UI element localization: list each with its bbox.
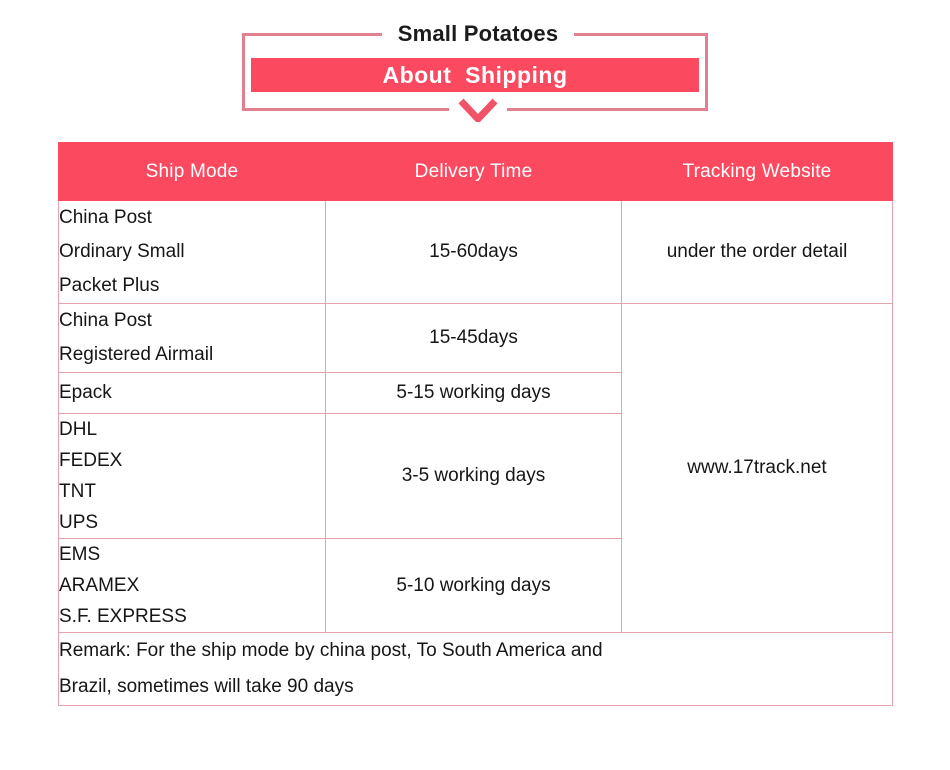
ship-mode-line: Ordinary Small <box>59 241 185 262</box>
remark-line: Remark: For the ship mode by china post,… <box>59 640 603 661</box>
cell-ship-mode: Epack <box>58 372 326 414</box>
chevron-down-icon <box>449 98 507 125</box>
ship-mode-line: FEDEX <box>59 450 123 471</box>
cell-delivery-time: 15-60days <box>325 200 622 304</box>
header-banner-box: Small Potatoes About Shipping <box>242 19 708 125</box>
cell-tracking-website: under the order detail <box>621 200 893 304</box>
table-row: China Post Registered Airmail 15-45days … <box>58 303 893 633</box>
remark-line: Brazil, sometimes will take 90 days <box>59 676 354 697</box>
ship-mode-line: Registered Airmail <box>59 344 214 365</box>
ship-mode-line: ARAMEX <box>59 575 140 596</box>
cell-ship-mode: EMS ARAMEX S.F. EXPRESS <box>58 538 326 633</box>
ship-mode-line: S.F. EXPRESS <box>59 606 187 627</box>
shipping-info-page: Small Potatoes About Shipping Ship Mode … <box>0 0 950 770</box>
cell-delivery-time: 5-15 working days <box>325 372 622 414</box>
section-title-banner: About Shipping <box>251 58 699 92</box>
cell-delivery-time: 5-10 working days <box>325 538 622 633</box>
ship-mode-line: Packet Plus <box>59 275 160 296</box>
column-header-delivery-time: Delivery Time <box>325 142 622 201</box>
column-header-ship-mode: Ship Mode <box>58 142 326 201</box>
cell-ship-mode: China Post Registered Airmail <box>58 303 326 373</box>
ship-mode-line: Epack <box>59 382 112 403</box>
cell-ship-mode: China Post Ordinary Small Packet Plus <box>58 200 326 304</box>
shipping-methods-table: Ship Mode Delivery Time Tracking Website… <box>58 142 893 706</box>
table-remark-row: Remark: For the ship mode by china post,… <box>58 632 893 706</box>
table-header-row: Ship Mode Delivery Time Tracking Website <box>58 142 893 201</box>
ship-mode-line: China Post <box>59 310 152 331</box>
cell-tracking-website: www.17track.net <box>621 303 893 633</box>
section-title: About Shipping <box>382 61 568 88</box>
ship-mode-line: UPS <box>59 512 99 533</box>
ship-mode-line: DHL <box>59 419 98 440</box>
ship-mode-line: China Post <box>59 207 152 228</box>
brand-title-container: Small Potatoes <box>245 19 711 49</box>
cell-remark: Remark: For the ship mode by china post,… <box>58 632 893 706</box>
ship-mode-line: EMS <box>59 544 101 565</box>
cell-delivery-time: 3-5 working days <box>325 413 622 539</box>
chevron-container <box>245 95 711 125</box>
cell-delivery-time: 15-45days <box>325 303 622 373</box>
table-row: China Post Ordinary Small Packet Plus 15… <box>58 200 893 304</box>
cell-ship-mode: DHL FEDEX TNT UPS <box>58 413 326 539</box>
brand-title: Small Potatoes <box>381 19 575 49</box>
ship-mode-line: TNT <box>59 481 96 502</box>
column-header-tracking-website: Tracking Website <box>621 142 893 201</box>
